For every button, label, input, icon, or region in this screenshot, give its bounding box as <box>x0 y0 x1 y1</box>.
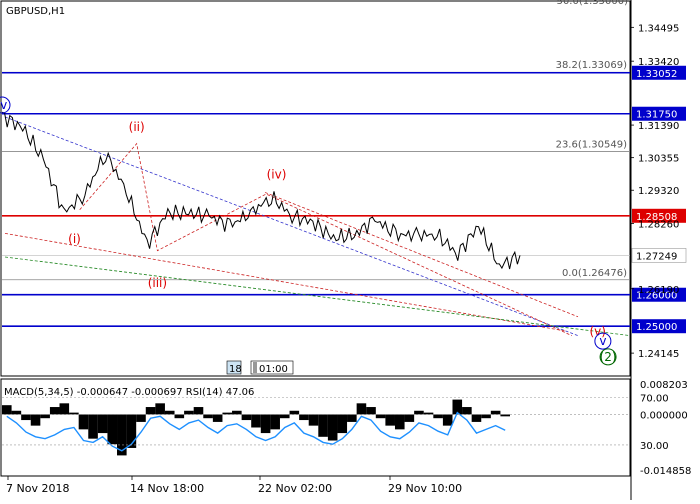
y-tick-label-4: 1.29320 <box>638 186 679 197</box>
macd-bar-42 <box>404 414 415 422</box>
level-tag-label-1: 1.31750 <box>636 110 677 121</box>
wave-label-1: (ii) <box>129 120 145 134</box>
macd-bar-46 <box>442 414 453 426</box>
y-tick-label-7: 1.24145 <box>638 349 679 360</box>
macd-bar-45 <box>433 414 443 419</box>
macd-bar-19 <box>184 410 194 415</box>
y-tick-label-6: 1.26190 <box>638 285 679 296</box>
period-selector[interactable]: 18 01:00 <box>226 360 294 375</box>
macd-bar-50 <box>481 414 491 419</box>
macd-bar-24 <box>232 410 242 415</box>
x-tick-label-0: 7 Nov 2018 <box>6 482 69 495</box>
macd-bar-25 <box>241 414 252 421</box>
macd-bar-8 <box>78 414 89 430</box>
macd-bar-18 <box>174 414 185 419</box>
macd-bar-52 <box>500 414 510 417</box>
x-tick-label-2: 22 Nov 02:00 <box>258 482 332 495</box>
macd-bar-20 <box>193 407 204 415</box>
macd-bar-6 <box>59 403 70 415</box>
macd-bar-10 <box>97 414 108 434</box>
ind-y-label-2: 0.000000 <box>640 410 688 421</box>
macd-bar-48 <box>462 407 472 415</box>
macd-bar-39 <box>375 414 386 419</box>
macd-bar-4 <box>40 414 50 419</box>
macd-bar-27 <box>260 414 271 434</box>
macd-bar-49 <box>471 414 482 422</box>
macd-bar-17 <box>164 410 175 415</box>
macd-bar-0 <box>2 405 12 415</box>
macd-bar-38 <box>366 407 376 415</box>
macd-bar-34 <box>327 414 338 441</box>
macd-bar-40 <box>385 414 395 426</box>
macd-bar-43 <box>414 410 424 415</box>
macd-bar-36 <box>347 414 357 422</box>
current-price-label: 1.27249 <box>636 251 677 262</box>
y-tick-label-3: 1.30355 <box>638 154 679 165</box>
x-tick-label-3: 29 Nov 10:00 <box>388 482 462 495</box>
wave-label-4: (iv) <box>267 167 287 181</box>
price-chart[interactable]: 23.6(1.30549) 38.2(1.33069) 0.0(1.26476) 50… <box>0 0 700 500</box>
macd-bar-29 <box>279 414 290 419</box>
period-box-right-label: 01:00 <box>259 364 288 375</box>
ind-y-label-3: 30.00 <box>640 441 669 452</box>
macd-bar-16 <box>155 403 165 415</box>
fib-label-3: 50.0(1.35000) <box>557 0 629 7</box>
wave-label-2: (i) <box>68 232 81 246</box>
ind-y-label-0: 0.008203 <box>640 380 688 391</box>
macd-bar-26 <box>251 414 261 428</box>
chart-window: 23.6(1.30549) 38.2(1.33069) 0.0(1.26476) 50… <box>0 0 700 500</box>
wave-label-6: v <box>599 334 606 348</box>
indicator-label: MACD(5,34,5) -0.000647 -0.000697 RSI(14)… <box>4 387 254 398</box>
macd-bar-3 <box>30 414 41 426</box>
macd-bar-31 <box>299 414 309 421</box>
macd-bar-1 <box>11 410 22 415</box>
fib-label-0: 23.6(1.30549) <box>556 140 628 151</box>
macd-bar-9 <box>88 414 98 439</box>
level-tag-label-4: 1.25000 <box>636 322 677 333</box>
macd-bar-33 <box>318 414 328 437</box>
macd-bar-2 <box>21 414 31 421</box>
wave-label-0: iv <box>0 98 7 112</box>
macd-bar-28 <box>270 414 280 430</box>
ind-y-label-1: 70.00 <box>640 394 669 405</box>
macd-bar-51 <box>490 410 501 415</box>
y-tick-label-0: 1.34495 <box>638 23 679 34</box>
macd-bar-30 <box>289 410 300 415</box>
macd-bar-35 <box>337 414 348 434</box>
period-box-left-label: 18 <box>229 364 242 375</box>
macd-bar-41 <box>394 414 405 430</box>
macd-bar-15 <box>145 407 156 415</box>
x-tick-label-1: 14 Nov 18:00 <box>130 482 204 495</box>
fib-label-2: 0.0(1.26476) <box>562 268 627 279</box>
macd-bar-22 <box>212 414 223 422</box>
symbol-label: GBPUSD,H1 <box>6 6 65 17</box>
macd-bar-11 <box>107 414 118 445</box>
ind-y-label-4: -0.014858 <box>640 466 691 477</box>
level-tag-label-0: 1.33052 <box>636 69 677 80</box>
macd-bar-32 <box>308 414 319 426</box>
macd-bar-37 <box>356 403 367 415</box>
y-tick-label-2: 1.31390 <box>638 121 679 132</box>
wave-label-7: (2) <box>600 350 617 364</box>
y-tick-label-5: 1.28260 <box>638 220 679 231</box>
fib-label-1: 38.2(1.33069) <box>556 60 628 71</box>
macd-bar-5 <box>49 407 60 415</box>
wave-label-3: (iii) <box>148 276 167 290</box>
macd-bar-14 <box>136 414 146 422</box>
macd-bar-21 <box>203 414 213 419</box>
y-tick-label-1: 1.33420 <box>638 57 679 68</box>
macd-bar-13 <box>126 414 137 448</box>
